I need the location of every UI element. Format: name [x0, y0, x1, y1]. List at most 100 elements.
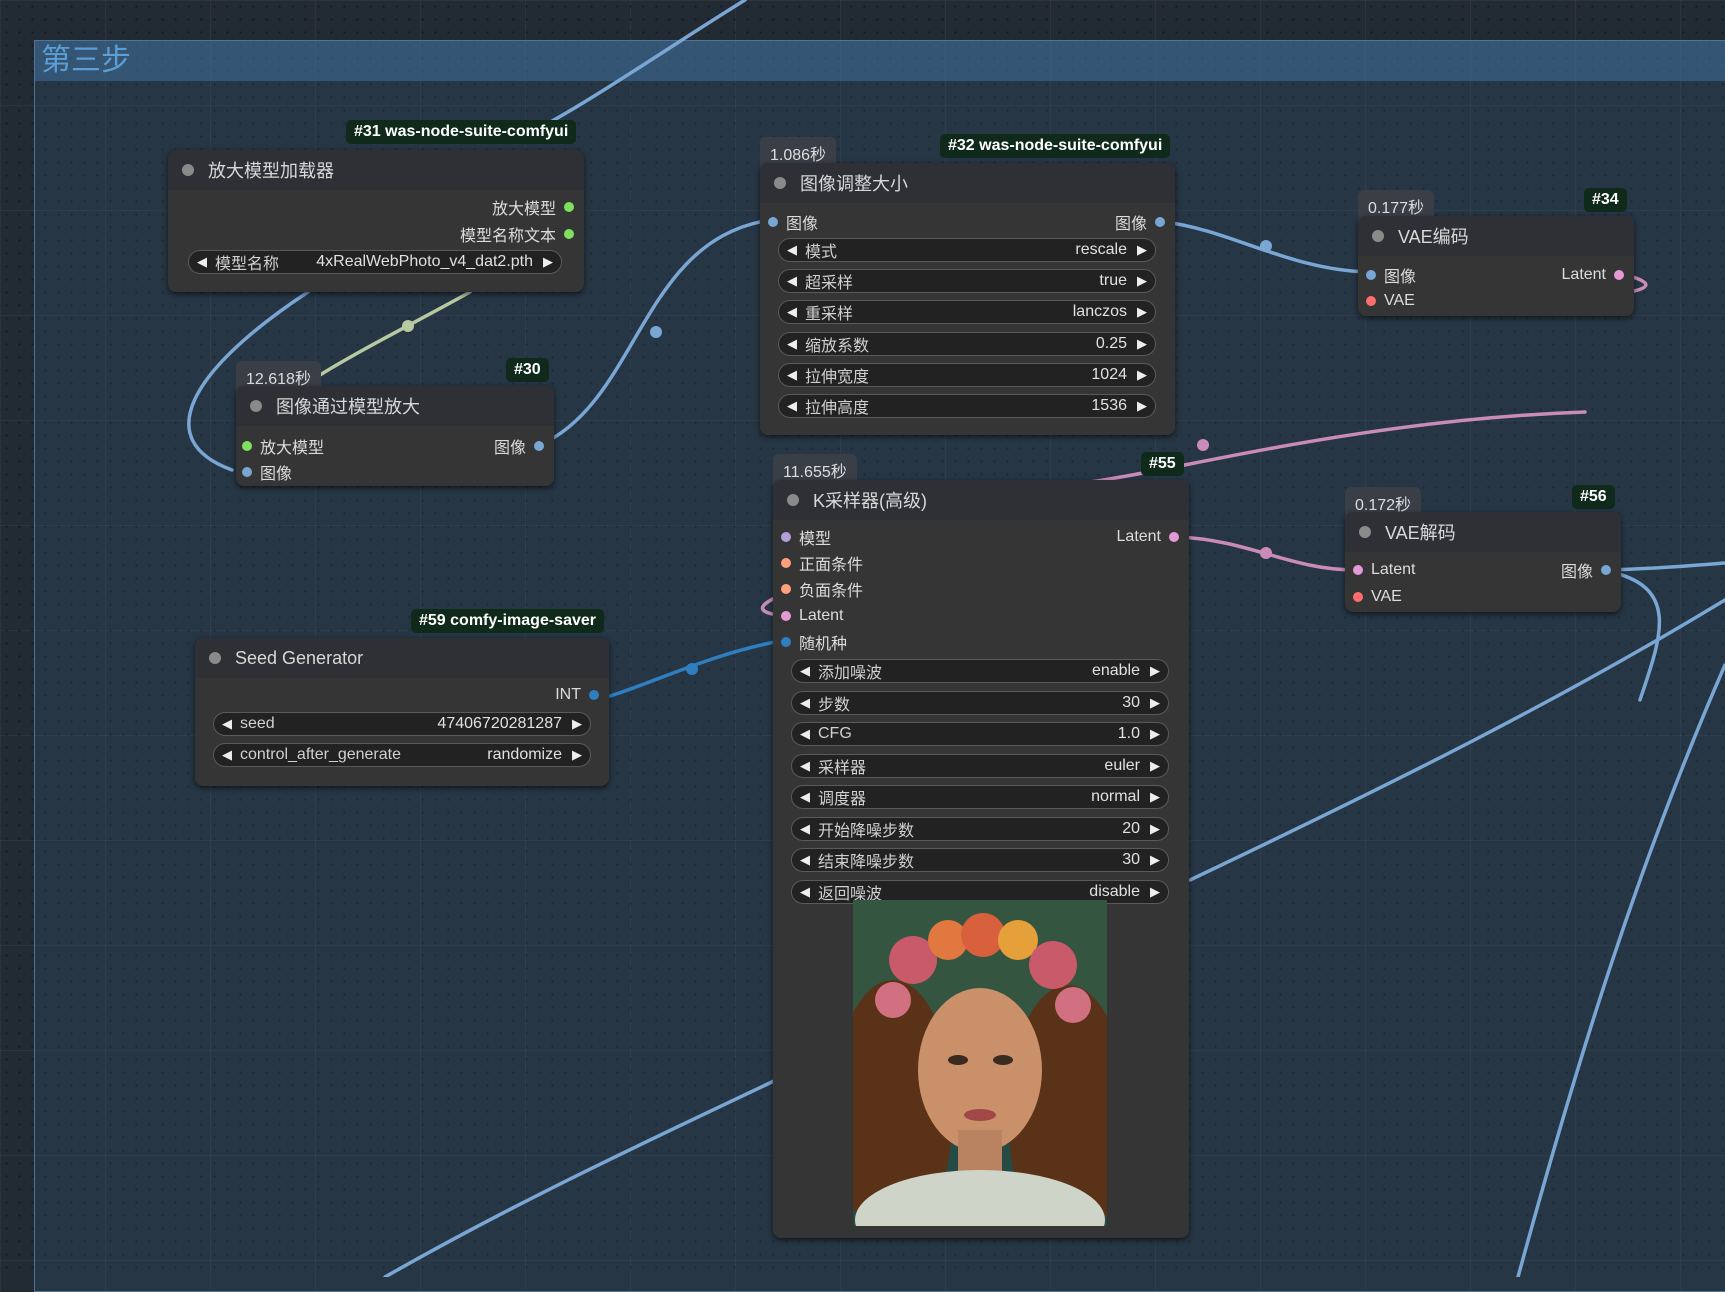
decrement-arrow-icon[interactable]: ◀ [800, 758, 810, 774]
node-header[interactable]: VAE编码 [1358, 216, 1634, 256]
increment-arrow-icon[interactable]: ▶ [1137, 273, 1147, 289]
increment-arrow-icon[interactable]: ▶ [1137, 398, 1147, 414]
node-ksampler-advanced[interactable]: K采样器(高级) 模型 正面条件 负面条件 Latent 随机种 Latent … [773, 480, 1189, 1238]
increment-arrow-icon[interactable]: ▶ [572, 747, 582, 763]
wire-midpoint[interactable] [402, 320, 414, 332]
output-slot-model-name-text[interactable]: 模型名称文本 [460, 223, 574, 245]
slot-dot-icon[interactable] [1601, 565, 1611, 575]
slot-dot-icon[interactable] [781, 584, 791, 594]
node-header[interactable]: 放大模型加载器 [168, 150, 584, 190]
output-slot-int[interactable]: INT [555, 684, 599, 706]
slot-dot-icon[interactable] [242, 441, 252, 451]
input-slot-noise-seed[interactable]: 随机种 [781, 631, 847, 653]
increment-arrow-icon[interactable]: ▶ [1150, 821, 1160, 837]
slot-dot-icon[interactable] [589, 690, 599, 700]
decrement-arrow-icon[interactable]: ◀ [222, 716, 232, 732]
wire-midpoint[interactable] [686, 663, 698, 675]
node-header[interactable]: 图像通过模型放大 [236, 386, 554, 426]
node-header[interactable]: Seed Generator [195, 638, 609, 678]
node-header[interactable]: 图像调整大小 [760, 163, 1175, 203]
slot-dot-icon[interactable] [1366, 270, 1376, 280]
input-slot-latent[interactable]: Latent [1353, 559, 1415, 581]
wire-midpoint[interactable] [1260, 240, 1272, 252]
slot-dot-icon[interactable] [781, 558, 791, 568]
slot-dot-icon[interactable] [781, 611, 791, 621]
widget-resize-height[interactable]: ◀ 拉伸高度 1536 ▶ [778, 394, 1156, 418]
input-slot-vae[interactable]: VAE [1366, 290, 1415, 312]
slot-dot-icon[interactable] [1366, 296, 1376, 306]
wire-midpoint[interactable] [650, 326, 662, 338]
slot-dot-icon[interactable] [1614, 270, 1624, 280]
collapse-dot-icon[interactable] [250, 400, 262, 412]
input-slot-negative[interactable]: 负面条件 [781, 578, 863, 600]
wire-midpoint[interactable] [1197, 439, 1209, 451]
widget-resize-width[interactable]: ◀ 拉伸宽度 1024 ▶ [778, 363, 1156, 387]
slot-dot-icon[interactable] [534, 441, 544, 451]
decrement-arrow-icon[interactable]: ◀ [800, 884, 810, 900]
increment-arrow-icon[interactable]: ▶ [1137, 304, 1147, 320]
decrement-arrow-icon[interactable]: ◀ [800, 663, 810, 679]
increment-arrow-icon[interactable]: ▶ [1137, 242, 1147, 258]
slot-dot-icon[interactable] [781, 637, 791, 647]
input-slot-image[interactable]: 图像 [768, 211, 818, 233]
decrement-arrow-icon[interactable]: ◀ [787, 304, 797, 320]
slot-dot-icon[interactable] [1155, 217, 1165, 227]
increment-arrow-icon[interactable]: ▶ [1137, 367, 1147, 383]
node-upscale-model-loader[interactable]: 放大模型加载器 放大模型 模型名称文本 ◀ 模型名称 4xRealWebPhot… [168, 150, 584, 292]
decrement-arrow-icon[interactable]: ◀ [787, 273, 797, 289]
widget-cfg[interactable]: ◀ CFG 1.0 ▶ [791, 722, 1169, 746]
node-vae-encode[interactable]: VAE编码 图像 VAE Latent [1358, 216, 1634, 316]
increment-arrow-icon[interactable]: ▶ [1150, 726, 1160, 742]
input-slot-vae[interactable]: VAE [1353, 586, 1402, 608]
widget-add-noise[interactable]: ◀ 添加噪波 enable ▶ [791, 659, 1169, 683]
increment-arrow-icon[interactable]: ▶ [1150, 695, 1160, 711]
node-header[interactable]: K采样器(高级) [773, 480, 1189, 520]
widget-rescale-factor[interactable]: ◀ 缩放系数 0.25 ▶ [778, 332, 1156, 356]
decrement-arrow-icon[interactable]: ◀ [800, 789, 810, 805]
slot-dot-icon[interactable] [564, 229, 574, 239]
widget-control-after-generate[interactable]: ◀ control_after_generate randomize ▶ [213, 743, 591, 767]
node-seed-generator[interactable]: Seed Generator INT ◀ seed 47406720281287… [195, 638, 609, 786]
decrement-arrow-icon[interactable]: ◀ [800, 821, 810, 837]
output-slot-latent[interactable]: Latent [1117, 526, 1179, 548]
output-slot-latent[interactable]: Latent [1562, 264, 1624, 286]
increment-arrow-icon[interactable]: ▶ [1150, 852, 1160, 868]
collapse-dot-icon[interactable] [209, 652, 221, 664]
slot-dot-icon[interactable] [781, 532, 791, 542]
slot-dot-icon[interactable] [1353, 565, 1363, 575]
decrement-arrow-icon[interactable]: ◀ [787, 336, 797, 352]
increment-arrow-icon[interactable]: ▶ [1150, 758, 1160, 774]
slot-dot-icon[interactable] [242, 467, 252, 477]
node-image-resize[interactable]: 图像调整大小 图像 图像 ◀ 模式 rescale ▶ ◀ 超采样 true ▶… [760, 163, 1175, 435]
input-slot-image[interactable]: 图像 [242, 461, 292, 483]
decrement-arrow-icon[interactable]: ◀ [222, 747, 232, 763]
node-vae-decode[interactable]: VAE解码 Latent VAE 图像 [1345, 512, 1621, 612]
widget-start-at-step[interactable]: ◀ 开始降噪步数 20 ▶ [791, 817, 1169, 841]
input-slot-model[interactable]: 模型 [781, 526, 831, 548]
collapse-dot-icon[interactable] [787, 494, 799, 506]
output-slot-upscale-model[interactable]: 放大模型 [492, 196, 574, 218]
slot-dot-icon[interactable] [1169, 532, 1179, 542]
decrement-arrow-icon[interactable]: ◀ [800, 852, 810, 868]
widget-steps[interactable]: ◀ 步数 30 ▶ [791, 691, 1169, 715]
slot-dot-icon[interactable] [1353, 592, 1363, 602]
widget-resampling[interactable]: ◀ 重采样 lanczos ▶ [778, 300, 1156, 324]
node-upscale-with-model[interactable]: 图像通过模型放大 放大模型 图像 图像 [236, 386, 554, 486]
decrement-arrow-icon[interactable]: ◀ [197, 254, 207, 270]
increment-arrow-icon[interactable]: ▶ [1150, 789, 1160, 805]
increment-arrow-icon[interactable]: ▶ [543, 254, 553, 270]
widget-scheduler[interactable]: ◀ 调度器 normal ▶ [791, 785, 1169, 809]
collapse-dot-icon[interactable] [1372, 230, 1384, 242]
input-slot-positive[interactable]: 正面条件 [781, 552, 863, 574]
decrement-arrow-icon[interactable]: ◀ [800, 726, 810, 742]
increment-arrow-icon[interactable]: ▶ [572, 716, 582, 732]
widget-model-name[interactable]: ◀ 模型名称 4xRealWebPhoto_v4_dat2.pth ▶ [188, 250, 562, 274]
increment-arrow-icon[interactable]: ▶ [1137, 336, 1147, 352]
node-header[interactable]: VAE解码 [1345, 512, 1621, 552]
input-slot-latent[interactable]: Latent [781, 605, 843, 627]
output-slot-image[interactable]: 图像 [494, 435, 544, 457]
decrement-arrow-icon[interactable]: ◀ [787, 398, 797, 414]
widget-supersample[interactable]: ◀ 超采样 true ▶ [778, 269, 1156, 293]
decrement-arrow-icon[interactable]: ◀ [787, 367, 797, 383]
input-slot-upscale-model[interactable]: 放大模型 [242, 435, 324, 457]
